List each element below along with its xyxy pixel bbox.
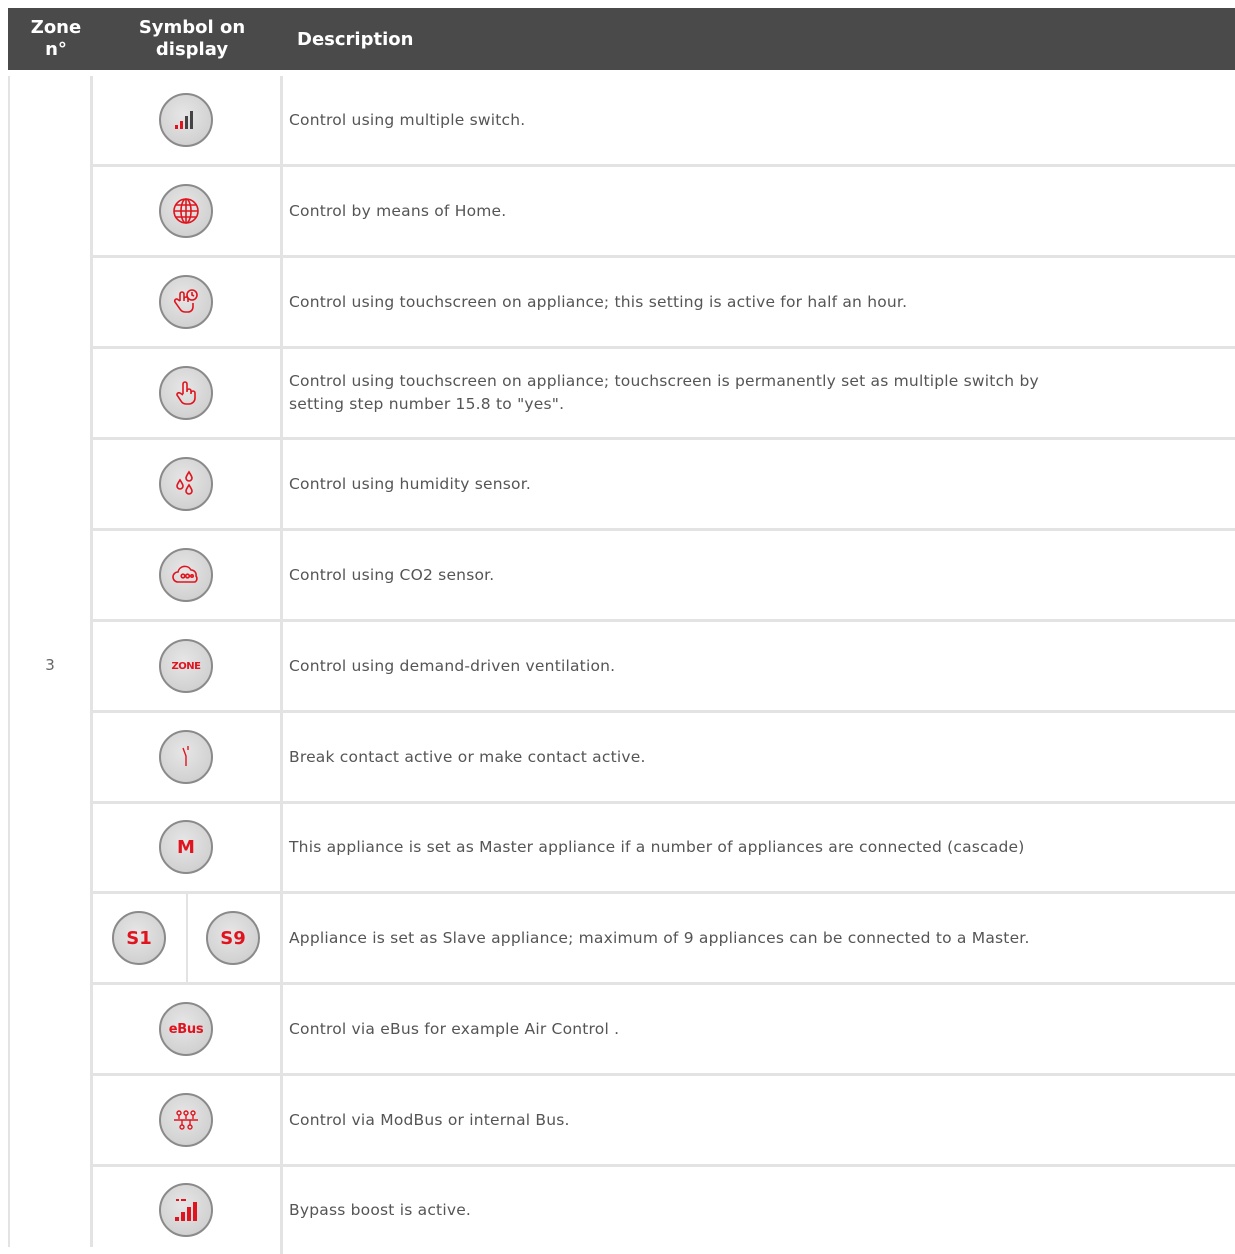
row-description: Control by means of Home. [289, 201, 507, 220]
zone-icon: ZONE [159, 639, 213, 693]
symbol-cell [93, 1076, 280, 1164]
table-row: S1 S9 Appliance is set as Slave applianc… [93, 894, 1235, 985]
row-description: Control using CO2 sensor. [289, 565, 495, 584]
table-row: eBus Control via eBus for example Air Co… [93, 985, 1235, 1076]
touch-hand-icon [159, 366, 213, 420]
symbol-cell: S1 S9 [93, 894, 280, 982]
humidity-drops-icon [159, 457, 213, 511]
symbol-cell [93, 349, 280, 437]
header-zone: Zone n° [30, 17, 82, 60]
table-row: M This appliance is set as Master applia… [93, 803, 1235, 894]
ebus-icon: eBus [159, 1002, 213, 1056]
row-description: Control using touchscreen on appliance; … [289, 292, 908, 311]
signal-bars-icon [159, 93, 213, 147]
row-description: Control via ModBus or internal Bus. [289, 1110, 570, 1129]
table-row: ZONE Control using demand-driven ventila… [93, 622, 1235, 713]
symbol-cell: eBus [93, 985, 280, 1073]
symbol-cell [93, 76, 280, 164]
table-row: Control using multiple switch. [93, 76, 1235, 167]
modbus-icon [159, 1093, 213, 1147]
table-row: Control via ModBus or internal Bus. [93, 1076, 1235, 1167]
symbol-cell [93, 713, 280, 801]
row-description: Control via eBus for example Air Control… [289, 1019, 620, 1038]
master-icon: M [159, 820, 213, 874]
symbol-cell [93, 440, 280, 528]
table-row: Control using CO2 sensor. [93, 531, 1235, 622]
bypass-boost-icon [159, 1183, 213, 1237]
co2-cloud-icon [159, 548, 213, 602]
header-symbol: Symbol on display [138, 17, 246, 60]
symbol-cell [93, 531, 280, 619]
table-row: Control using humidity sensor. [93, 440, 1235, 531]
symbol-cell [93, 167, 280, 255]
table-row: Bypass boost is active. [93, 1166, 1235, 1254]
table-row: Control by means of Home. [93, 167, 1235, 258]
symbol-cell: ZONE [93, 622, 280, 710]
row-description: This appliance is set as Master applianc… [289, 837, 1025, 856]
row-description: Break contact active or make contact act… [289, 747, 646, 766]
symbol-cell [93, 258, 280, 346]
slave-s1-icon: S1 [112, 911, 166, 965]
symbol-cell: M [93, 803, 280, 891]
row-description: Bypass boost is active. [289, 1200, 472, 1219]
row-description: Control using multiple switch. [289, 110, 526, 129]
header-description: Description [297, 28, 414, 50]
table-left-border [8, 76, 10, 1247]
table-row: Control using touchscreen on appliance; … [93, 258, 1235, 349]
zone-number: 3 [45, 656, 55, 674]
table-header: Zone n° Symbol on display Description [8, 8, 1235, 70]
row-description: Control using touchscreen on appliance; … [289, 372, 1039, 413]
row-description: Control using humidity sensor. [289, 474, 531, 493]
table-row: Break contact active or make contact act… [93, 713, 1235, 804]
row-description: Control using demand-driven ventilation. [289, 656, 616, 675]
row-description: Appliance is set as Slave appliance; max… [289, 928, 1030, 947]
table-row: Control using touchscreen on appliance; … [93, 349, 1235, 440]
symbol-cell [93, 1166, 280, 1254]
slave-s9-icon: S9 [206, 911, 260, 965]
globe-icon [159, 184, 213, 238]
contact-switch-icon [159, 730, 213, 784]
touch-hand-timer-icon [159, 275, 213, 329]
